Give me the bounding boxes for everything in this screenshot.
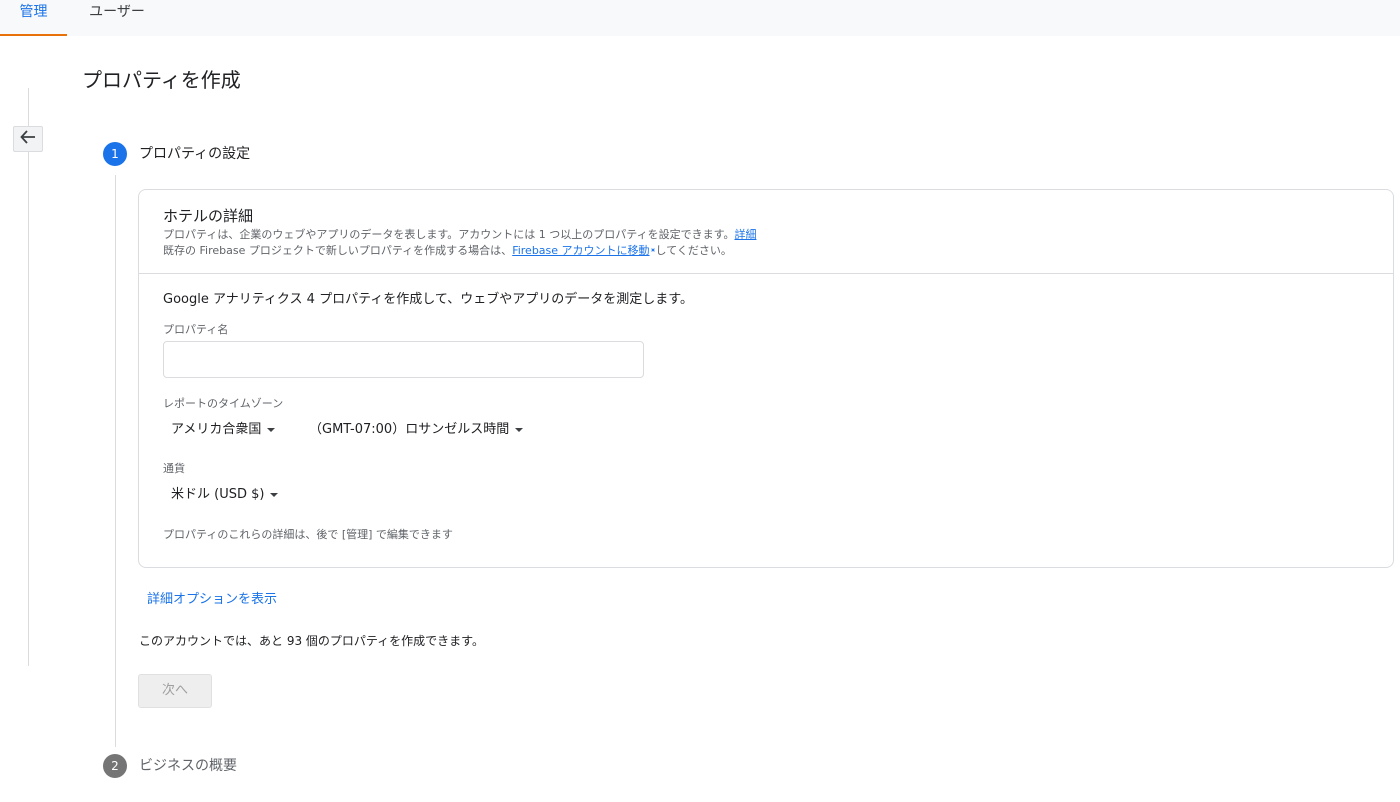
card-description-text: プロパティは、企業のウェブやアプリのデータを表します。アカウントには 1 つ以上… <box>163 228 735 241</box>
card-description: プロパティは、企業のウェブやアプリのデータを表します。アカウントには 1 つ以上… <box>163 227 756 243</box>
timezone-label: レポートのタイムゾーン <box>163 397 284 410</box>
edit-later-note: プロパティのこれらの詳細は、後で [管理] で編集できます <box>163 528 453 541</box>
step-2-label: ビジネスの概要 <box>139 758 237 774</box>
left-rail-divider <box>28 88 29 666</box>
property-name-input[interactable] <box>163 341 644 378</box>
country-select-value: アメリカ合衆国 <box>171 422 262 437</box>
currency-label: 通貨 <box>163 462 185 475</box>
dropdown-caret-icon <box>270 493 279 497</box>
stepper-connector <box>115 175 116 747</box>
currency-select[interactable]: 米ドル (USD $) <box>171 485 279 505</box>
remaining-properties-text: このアカウントでは、あと 93 個のプロパティを作成できます。 <box>139 634 484 648</box>
learn-more-link[interactable]: 詳細 <box>734 228 756 241</box>
show-advanced-options-link[interactable]: 詳細オプションを表示 <box>147 590 277 610</box>
top-tab-bar: 管理 ユーザー <box>0 0 1400 36</box>
timezone-select[interactable]: （GMT-07:00）ロサンゼルス時間 <box>309 420 524 440</box>
firebase-note: 既存の Firebase プロジェクトで新しいプロパティを作成する場合は、Fir… <box>163 243 732 259</box>
timezone-select-value: （GMT-07:00）ロサンゼルス時間 <box>309 422 510 437</box>
tab-users[interactable]: ユーザー <box>76 0 158 36</box>
tab-admin[interactable]: 管理 <box>0 0 67 36</box>
card-title: ホテルの詳細 <box>163 207 254 225</box>
card-header: ホテルの詳細 プロパティは、企業のウェブやアプリのデータを表します。アカウントに… <box>139 190 1393 274</box>
page-title: プロパティを作成 <box>82 68 241 92</box>
firebase-link-label: Firebase アカウントに移動 <box>512 244 650 257</box>
arrow-left-icon <box>19 128 37 150</box>
property-details-card: ホテルの詳細 プロパティは、企業のウェブやアプリのデータを表します。アカウントに… <box>138 189 1394 568</box>
next-button[interactable]: 次へ <box>138 674 212 708</box>
firebase-note-prefix: 既存の Firebase プロジェクトで新しいプロパティを作成する場合は、 <box>163 244 513 257</box>
step-1-label: プロパティの設定 <box>139 146 251 162</box>
step-1-indicator: 1 <box>103 142 127 166</box>
country-select[interactable]: アメリカ合衆国 <box>171 420 276 440</box>
step-2-indicator: 2 <box>103 754 127 778</box>
currency-select-value: 米ドル (USD $) <box>171 487 265 502</box>
firebase-note-suffix: してください。 <box>655 244 732 257</box>
dropdown-caret-icon <box>515 428 524 432</box>
dropdown-caret-icon <box>267 428 276 432</box>
firebase-account-link[interactable]: Firebase アカウントに移動 <box>512 244 655 257</box>
back-button[interactable] <box>13 126 43 152</box>
property-name-label: プロパティ名 <box>163 323 229 336</box>
ga4-intro-text: Google アナリティクス 4 プロパティを作成して、ウェブやアプリのデータを… <box>163 292 693 307</box>
